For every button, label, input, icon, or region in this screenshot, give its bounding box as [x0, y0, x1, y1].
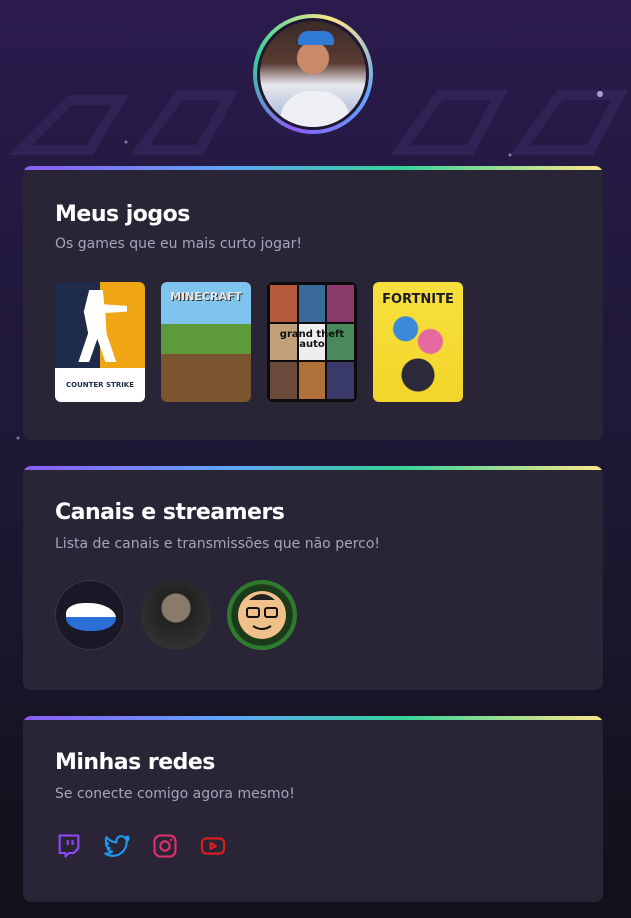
games-card-title: Meus jogos	[55, 202, 190, 227]
game-minecraft[interactable]: MINECRAFT	[161, 282, 251, 402]
profile-avatar	[257, 18, 369, 130]
twitter-icon[interactable]	[103, 832, 131, 860]
socials-card-title: Minhas redes	[55, 750, 215, 775]
twitch-icon[interactable]	[55, 832, 83, 860]
profile-avatar-ring	[253, 14, 373, 134]
games-card: Meus jogos Os games que eu mais curto jo…	[23, 166, 603, 440]
instagram-icon[interactable]	[151, 832, 179, 860]
streamer-avatar-2[interactable]	[141, 580, 211, 650]
streamer-avatar-casimiro[interactable]	[227, 580, 297, 650]
game-label: grand theft auto	[279, 329, 345, 350]
casimiro-logo	[227, 580, 297, 650]
socials-card-subtitle: Se conecte comigo agora mesmo!	[55, 786, 295, 802]
game-label: MINECRAFT	[170, 290, 242, 303]
fortnite-characters	[387, 312, 449, 396]
game-label: FORTNITE	[382, 292, 454, 307]
streamers-card-title: Canais e streamers	[55, 500, 285, 525]
soldier-icon	[78, 290, 127, 362]
streamers-card: Canais e streamers Lista de canais e tra…	[23, 466, 603, 690]
game-counter-strike[interactable]: COUNTER STRIKE	[55, 282, 145, 402]
games-list: COUNTER STRIKE MINECRAFT grand theft aut…	[55, 282, 463, 402]
game-label: COUNTER STRIKE	[55, 368, 145, 402]
games-card-subtitle: Os games que eu mais curto jogar!	[55, 236, 302, 252]
socials-card: Minhas redes Se conecte comigo agora mes…	[23, 716, 603, 902]
youtube-icon[interactable]	[199, 832, 227, 860]
socials-list	[55, 832, 227, 860]
game-gta[interactable]: grand theft auto	[267, 282, 357, 402]
streamers-card-subtitle: Lista de canais e transmissões que não p…	[55, 536, 381, 552]
game-fortnite[interactable]: FORTNITE	[373, 282, 463, 402]
streamers-list	[55, 580, 297, 650]
streamer-avatar-1[interactable]	[55, 580, 125, 650]
